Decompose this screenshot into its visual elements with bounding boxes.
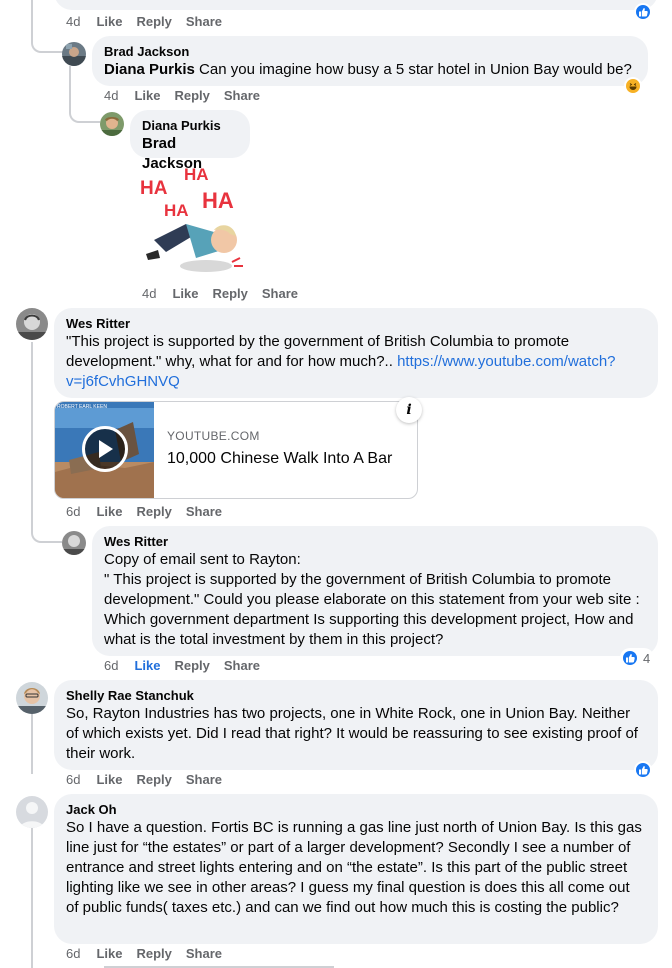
sticker-word: HA [140,178,168,199]
comment-author[interactable]: Brad Jackson [104,43,636,60]
comment-author[interactable]: Wes Ritter [66,315,646,332]
comment-author[interactable]: Jack Oh [66,801,646,818]
reply-button[interactable]: Reply [136,772,171,788]
comment-actions: 6d Like Reply Share [104,658,274,674]
share-button[interactable]: Share [262,286,298,302]
comment-bubble-cut [54,0,658,10]
reaction-summary[interactable] [634,3,652,21]
reaction-count: 4 [643,650,651,666]
comment-time[interactable]: 4d [104,88,118,104]
comment-text: "This project is supported by the govern… [66,332,646,392]
like-button[interactable]: Like [172,286,198,302]
comment-time[interactable]: 6d [66,504,80,520]
reply-button[interactable]: Reply [136,946,171,962]
comment-author[interactable]: Diana Purkis [142,117,238,134]
comment-author[interactable]: Wes Ritter [104,533,646,550]
comment-actions: 6d Like Reply Share [66,772,236,788]
thread-line [31,714,33,774]
haha-sticker: HA HA HA HA [136,162,246,280]
mention[interactable]: Diana Purkis [104,61,195,78]
share-button[interactable]: Share [186,946,222,962]
avatar[interactable] [16,682,48,714]
comment-actions: 6d Like Reply Share [66,504,236,520]
reply-button[interactable]: Reply [174,658,209,674]
reply-button[interactable]: Reply [174,88,209,104]
comment-body: So I have a question. Fortis BC is runni… [66,819,642,916]
reaction-summary[interactable]: 4 [620,648,655,668]
like-reaction-icon [634,761,652,779]
avatar[interactable] [62,531,86,555]
reaction-summary[interactable] [634,761,652,779]
preview-domain: YOUTUBE.COM [167,429,260,443]
thread-connector [31,500,62,543]
comment-bubble: Wes Ritter "This project is supported by… [54,308,658,398]
comment-actions: 6d Like Reply Share [66,946,236,962]
comment-time[interactable]: 6d [104,658,118,674]
comment-body: Copy of email sent to Rayton: " This pro… [104,551,640,648]
info-icon[interactable]: i [396,397,422,423]
reply-button[interactable]: Reply [212,286,247,302]
play-icon[interactable] [82,426,128,472]
comment-time[interactable]: 4d [66,14,80,30]
share-button[interactable]: Share [186,504,222,520]
comment-actions: 4d Like Reply Share [142,286,312,302]
thread-line [31,342,33,510]
share-button[interactable]: Share [224,88,260,104]
comment-author[interactable]: Shelly Rae Stanchuk [66,687,646,704]
comment-bubble: Brad Jackson Diana Purkis Can you imagin… [92,36,648,86]
comment-time[interactable]: 4d [142,286,156,302]
comment-body: So, Rayton Industries has two projects, … [66,705,638,762]
comment-bubble: Wes Ritter Copy of email sent to Rayton:… [92,526,658,656]
sticker-word: HA [202,188,234,213]
haha-reaction-icon [624,77,642,95]
thread-connector [69,100,100,123]
comment-actions: 4d Like Reply Share [66,14,236,30]
comment-bubble: Jack Oh So I have a question. Fortis BC … [54,794,658,944]
comment-bubble: Diana Purkis Brad Jackson [130,110,250,172]
reaction-summary[interactable] [624,77,642,95]
like-button[interactable]: Like [134,658,160,674]
reply-button[interactable]: Reply [136,14,171,30]
thread-connector [31,30,63,53]
comment-time[interactable]: 6d [66,946,80,962]
avatar[interactable] [100,112,124,136]
avatar[interactable] [16,308,48,340]
reply-button[interactable]: Reply [136,504,171,520]
comment-time[interactable]: 6d [66,772,80,788]
preview-title[interactable]: 10,000 Chinese Walk Into A Bar [167,450,392,468]
link-preview[interactable]: ROBERT EARL KEEN YOUTUBE.COM 10,000 Chin… [54,401,418,499]
thread-line [31,828,33,968]
like-button[interactable]: Like [96,772,122,788]
like-reaction-icon [634,3,652,21]
avatar[interactable] [62,42,86,66]
like-button[interactable]: Like [96,14,122,30]
comment-body: Can you imagine how busy a 5 star hotel … [194,61,632,78]
like-button[interactable]: Like [96,946,122,962]
sticker-word: HA [184,165,209,184]
default-avatar-icon[interactable] [16,796,48,828]
comment-text: Diana Purkis Can you imagine how busy a … [104,60,636,80]
sticker-word: HA [164,201,189,220]
like-reaction-icon [621,649,639,667]
share-button[interactable]: Share [186,14,222,30]
share-button[interactable]: Share [224,658,260,674]
comment-bubble: Shelly Rae Stanchuk So, Rayton Industrie… [54,680,658,770]
like-button[interactable]: Like [134,88,160,104]
comment-actions: 4d Like Reply Share [104,88,274,104]
share-button[interactable]: Share [186,772,222,788]
thumbnail-caption: ROBERT EARL KEEN [57,404,107,410]
like-button[interactable]: Like [96,504,122,520]
